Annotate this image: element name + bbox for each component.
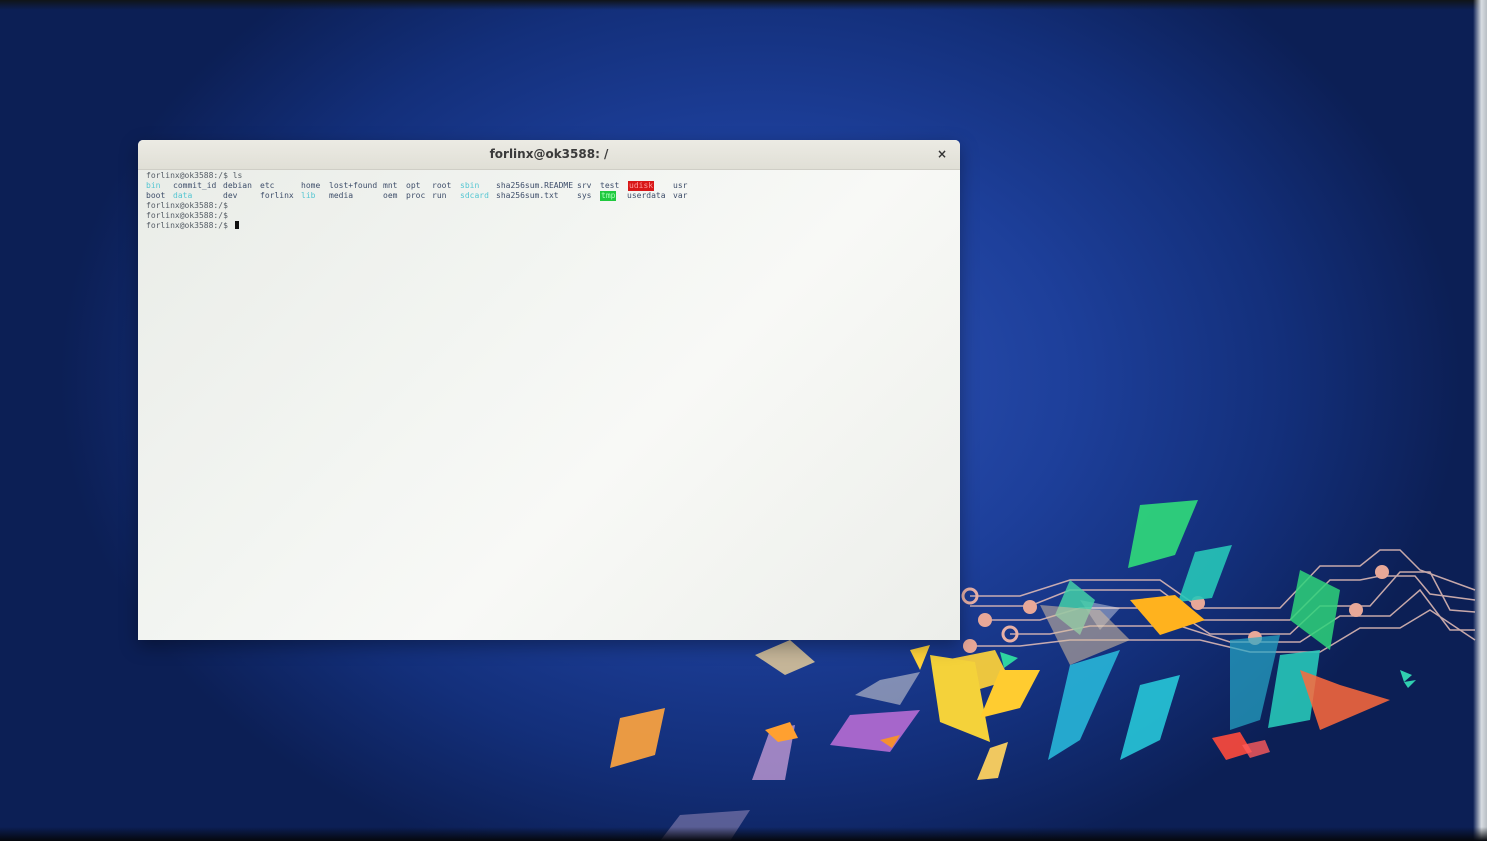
ls-entry: proc <box>406 191 426 200</box>
terminal-line-current[interactable]: forlinx@ok3588:/$ <box>146 221 960 231</box>
ls-entry: test <box>600 181 620 190</box>
ls-entry: boot <box>146 191 166 200</box>
ls-entry: sys <box>577 191 592 200</box>
terminal-line-prompt: forlinx@ok3588:/$ <box>146 211 228 220</box>
ls-entry: lib <box>301 191 316 200</box>
ls-entry: root <box>432 181 452 190</box>
terminal-window[interactable]: forlinx@ok3588: / × forlinx@ok3588:/$ ls… <box>138 140 960 640</box>
ls-entry: commit_id <box>173 181 217 190</box>
ls-entry: mnt <box>383 181 398 190</box>
window-titlebar[interactable]: forlinx@ok3588: / × <box>138 140 960 170</box>
ls-entry: run <box>432 191 447 200</box>
ls-entry: sha256sum.txt <box>496 191 559 200</box>
monitor-bezel-bottom <box>0 827 1487 841</box>
ls-entry: srv <box>577 181 592 190</box>
ls-entry: var <box>673 191 688 200</box>
terminal-line-ls-command: forlinx@ok3588:/$ ls <box>146 171 243 180</box>
ls-entry: media <box>329 191 354 200</box>
ls-entry: userdata <box>627 191 666 200</box>
ls-entry: sbin <box>460 181 480 190</box>
ls-entry: lost+found <box>329 181 378 190</box>
ls-output-row: boot data dev forlinx lib media oem proc… <box>146 191 960 201</box>
terminal-line-prompt: forlinx@ok3588:/$ <box>146 201 228 210</box>
monitor-bezel-top <box>0 0 1487 10</box>
ls-entry: debian <box>223 181 252 190</box>
ls-entry: data <box>173 191 193 200</box>
ls-output-row: bin commit_id debian etc home lost+found… <box>146 181 960 191</box>
ls-entry: etc <box>260 181 275 190</box>
ls-entry: sha256sum.README <box>496 181 574 190</box>
ls-entry: sdcard <box>460 191 489 200</box>
monitor-bezel-right <box>1473 0 1487 841</box>
ls-entry: opt <box>406 181 421 190</box>
ls-entry: dev <box>223 191 238 200</box>
ls-entry: home <box>301 181 321 190</box>
window-title: forlinx@ok3588: / <box>489 147 609 161</box>
ls-entry: udisk <box>628 181 655 191</box>
desktop: forlinx@ok3588: / × forlinx@ok3588:/$ ls… <box>0 0 1487 841</box>
ls-entry: usr <box>673 181 688 190</box>
terminal-output[interactable]: forlinx@ok3588:/$ ls bin commit_id debia… <box>146 171 960 640</box>
close-button[interactable]: × <box>934 146 950 162</box>
current-prompt: forlinx@ok3588:/$ <box>146 221 233 230</box>
ls-entry: oem <box>383 191 398 200</box>
text-cursor <box>234 221 239 229</box>
ls-entry: tmp <box>600 191 617 201</box>
ls-entry: forlinx <box>260 191 294 200</box>
ls-entry: bin <box>146 181 161 190</box>
